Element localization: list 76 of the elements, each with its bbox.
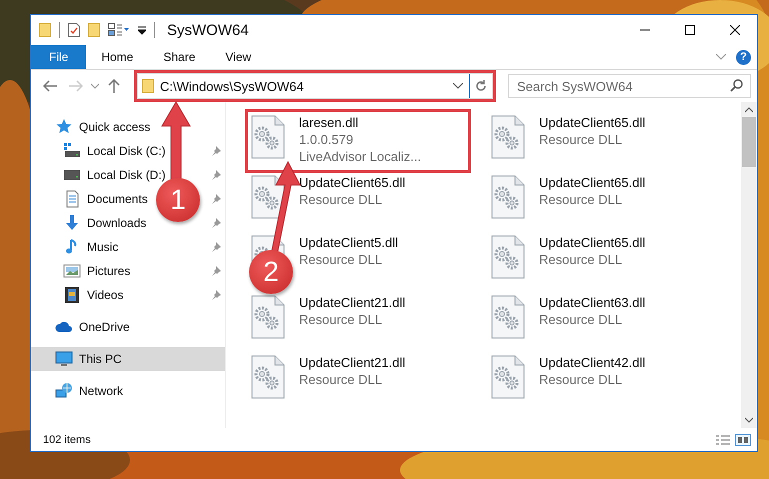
file-detail: Resource DLL (299, 192, 384, 207)
sidebar-item[interactable]: Documents (31, 187, 152, 211)
sidebar-item[interactable]: Music (31, 235, 122, 259)
file-detail: Resource DLL (299, 252, 384, 267)
network-icon (55, 382, 73, 400)
sidebar-item[interactable]: This PC (31, 347, 225, 371)
customize-toolbar-icon[interactable] (108, 23, 130, 37)
scrollbar[interactable] (741, 102, 757, 428)
file-name[interactable]: laresen.dll (299, 115, 422, 130)
file-detail: 1.0.0.579 (299, 132, 354, 147)
window-title: SysWOW64 (167, 22, 249, 38)
scroll-down-icon[interactable] (745, 417, 753, 423)
ribbon-tab[interactable]: View (210, 45, 266, 69)
file-detail: Resource DLL (299, 312, 384, 327)
dll-file-icon (251, 355, 285, 399)
up-arrow-icon (108, 79, 120, 93)
minimize-icon (640, 29, 650, 31)
search-icon[interactable] (730, 79, 743, 92)
scroll-up-icon[interactable] (745, 107, 753, 113)
back-arrow-icon (43, 80, 57, 92)
refresh-icon[interactable] (475, 80, 487, 92)
maximize-icon (684, 25, 694, 35)
file-detail: Resource DLL (539, 132, 624, 147)
properties-icon[interactable] (68, 23, 80, 37)
folder-icon (142, 79, 154, 93)
file-detail: Resource DLL (299, 372, 384, 387)
dll-file-icon (491, 295, 525, 339)
dropdown-icon[interactable] (138, 25, 146, 35)
picture-frame-icon (63, 262, 81, 280)
file-name[interactable]: UpdateClient65.dll (299, 175, 406, 190)
file-name[interactable]: UpdateClient5.dll (299, 235, 398, 250)
dll-file-icon (251, 115, 285, 159)
recent-locations-icon[interactable] (91, 83, 99, 89)
dll-file-icon (251, 295, 285, 339)
large-icons-view-icon[interactable] (735, 434, 751, 446)
down-arrow-icon (63, 214, 81, 232)
dll-file-icon (491, 355, 525, 399)
sidebar-item[interactable]: OneDrive (31, 315, 134, 339)
file-name[interactable]: UpdateClient63.dll (539, 295, 646, 310)
folder-icon (39, 23, 51, 37)
file-detail: Resource DLL (539, 312, 624, 327)
details-view-icon[interactable] (715, 434, 731, 446)
file-detail: Resource DLL (539, 192, 624, 207)
ribbon-tab[interactable]: File (31, 45, 86, 69)
search-field[interactable]: Search SysWOW64 (508, 74, 751, 98)
chevron-down-icon[interactable] (453, 83, 463, 89)
sidebar-item[interactable]: Pictures (31, 259, 134, 283)
address-bar[interactable]: C:\Windows\SysWOW64 (137, 73, 493, 99)
file-name[interactable]: UpdateClient65.dll (539, 115, 646, 130)
dll-file-icon (491, 235, 525, 279)
forward-arrow-icon (69, 80, 83, 92)
monitor-icon (55, 350, 73, 368)
file-detail: Resource DLL (539, 252, 624, 267)
file-name[interactable]: UpdateClient42.dll (539, 355, 646, 370)
sidebar-item[interactable]: Network (31, 379, 128, 403)
sidebar-item[interactable]: Videos (31, 283, 128, 307)
close-icon (730, 25, 740, 35)
file-name[interactable]: UpdateClient65.dll (539, 235, 646, 250)
scrollbar-thumb[interactable] (742, 117, 756, 167)
sidebar-item[interactable]: Downloads (31, 211, 150, 235)
windows-drive-icon (63, 142, 81, 160)
file-detail: Resource DLL (539, 372, 624, 387)
file-name[interactable]: UpdateClient21.dll (299, 295, 406, 310)
film-icon (63, 286, 81, 304)
star-icon (55, 118, 73, 136)
item-count: 102 items (43, 434, 91, 446)
file-detail: LiveAdvisor Localiz... (299, 149, 422, 164)
file-name[interactable]: UpdateClient65.dll (539, 175, 646, 190)
ribbon-tab[interactable]: Share (148, 45, 210, 69)
sidebar-item[interactable]: Local Disk (C:) (31, 139, 170, 163)
ribbon-tab[interactable]: Home (86, 45, 148, 69)
file-name[interactable]: UpdateClient21.dll (299, 355, 406, 370)
help-button[interactable]: ? (736, 50, 751, 64)
dll-file-icon (491, 175, 525, 219)
dll-file-icon (491, 115, 525, 159)
sidebar-item[interactable]: Quick access (31, 115, 154, 139)
